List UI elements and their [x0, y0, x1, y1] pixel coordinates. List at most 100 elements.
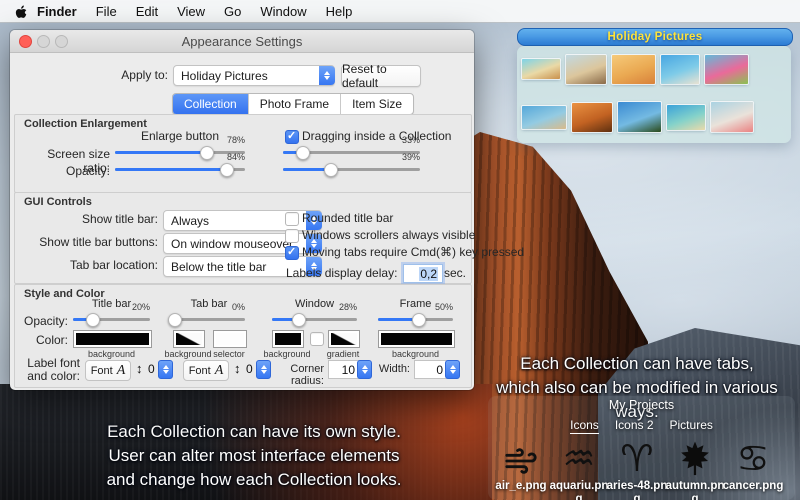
frame-opacity-slider[interactable]: 50% [378, 313, 453, 325]
apply-to-value: Holiday Pictures [174, 69, 319, 83]
slider-knob[interactable] [86, 313, 100, 327]
tab-item-size[interactable]: Item Size [341, 94, 413, 114]
project-file[interactable]: ♒aquariu.png [549, 438, 609, 500]
resize-arrows-icon: ↕ [136, 361, 143, 376]
photo-thumbnail[interactable] [661, 55, 699, 84]
menu-item-view[interactable]: View [177, 4, 205, 19]
slider-value: 39% [402, 152, 420, 162]
slider-knob[interactable] [324, 163, 338, 177]
photo-thumbnail[interactable] [572, 103, 612, 132]
tab-photo-frame[interactable]: Photo Frame [249, 94, 341, 114]
menu-item-finder[interactable]: Finder [37, 4, 77, 19]
wind-icon [502, 438, 540, 478]
slider-knob[interactable] [292, 313, 306, 327]
tabbar-background-swatch[interactable] [173, 330, 205, 348]
slider-knob[interactable] [168, 313, 182, 327]
collection-enlargement-title: Collection Enlargement [24, 118, 147, 130]
photo-thumbnail[interactable] [522, 106, 566, 129]
titlebar-fontsize-stepper[interactable] [158, 360, 173, 379]
apply-to-popup[interactable]: Holiday Pictures [173, 65, 335, 86]
menu-item-help[interactable]: Help [326, 4, 353, 19]
photo-thumbnail[interactable] [612, 55, 655, 84]
width-field[interactable]: 0 [414, 360, 449, 379]
menu-item-file[interactable]: File [96, 4, 117, 19]
slider-knob[interactable] [412, 313, 426, 327]
aquarius-icon: ♒ [562, 438, 595, 478]
scrollers-visible-checkbox[interactable] [285, 229, 299, 243]
frame-background-swatch[interactable] [378, 330, 455, 348]
my-projects-files: air_e.png♒aquariu.png♈aries-48.pngautumn… [492, 438, 792, 500]
holiday-collection-panel[interactable] [517, 46, 791, 143]
font-button-label: Font [189, 365, 211, 377]
project-file[interactable]: ♈aries-48.png [607, 438, 667, 500]
labels-delay-field[interactable]: 0,2 [403, 264, 443, 283]
width-stepper[interactable] [445, 360, 460, 379]
window-opacity-slider[interactable]: 28% [272, 313, 357, 325]
opacity-slider-right[interactable]: 39% [283, 163, 420, 175]
resize-arrows-icon: ↕ [234, 361, 241, 376]
font-glyph: A [215, 363, 224, 379]
screen-size-ratio-slider-right[interactable]: 33% [283, 146, 420, 158]
font-size-value: 0 [246, 362, 253, 376]
label-font-label-line2: and color: [18, 369, 80, 383]
tab-bar-location-label: Tab bar location: [38, 258, 158, 272]
window-background-swatch[interactable] [272, 330, 304, 348]
project-file[interactable]: ♋cancer.png [723, 438, 783, 500]
photo-thumbnail[interactable] [711, 102, 753, 132]
tab-bar-location-value: Below the title bar [164, 260, 306, 274]
my-projects-collection[interactable]: My Projects IconsIcons 2Pictures air_e.p… [488, 396, 795, 500]
rounded-title-bar-checkbox[interactable] [285, 212, 299, 226]
menu-bar: Finder File Edit View Go Window Help [0, 0, 800, 23]
projects-tab-pictures[interactable]: Pictures [670, 418, 713, 434]
style-note: Each Collection can have its own style. … [58, 420, 450, 492]
corner-radius-label: Corner radius: [262, 363, 324, 387]
holiday-thumb-row [522, 100, 786, 134]
titlebar-font-button[interactable]: Font A [85, 360, 131, 381]
titlebar-background-swatch[interactable] [73, 330, 152, 348]
opacity-slider-left[interactable]: 84% [115, 163, 245, 175]
slider-knob[interactable] [200, 146, 214, 160]
window-gradient-checkbox[interactable] [310, 332, 324, 346]
swatch-caption: background [257, 349, 317, 359]
project-file[interactable]: air_e.png [491, 438, 551, 500]
project-file-name: air_e.png [489, 480, 553, 493]
tab-collection[interactable]: Collection [173, 94, 249, 114]
reset-to-default-button[interactable]: Reset to default [341, 65, 421, 87]
menu-item-window[interactable]: Window [260, 4, 306, 19]
settings-tabbar: CollectionPhoto FrameItem Size [172, 93, 414, 115]
photo-thumbnail[interactable] [522, 59, 560, 79]
corner-radius-stepper[interactable] [357, 360, 372, 379]
menu-item-edit[interactable]: Edit [136, 4, 158, 19]
style-note-line2: User can alter most interface elements [58, 444, 450, 468]
holiday-collection-titlebar[interactable]: Holiday Pictures [517, 28, 793, 46]
project-file[interactable]: autumn.png [665, 438, 725, 500]
dragging-checkbox[interactable]: ✓ [285, 130, 299, 144]
photo-thumbnail[interactable] [618, 102, 661, 132]
tabbar-selector-swatch[interactable] [213, 330, 247, 348]
projects-tab-icons[interactable]: Icons [570, 418, 599, 434]
opacity-label: Opacity: [20, 164, 110, 178]
tabbar-opacity-slider[interactable]: 0% [173, 313, 245, 325]
titlebar-opacity-slider[interactable]: 20% [73, 313, 150, 325]
swatch-caption: background [158, 349, 218, 359]
screen-size-ratio-slider-left[interactable]: 78% [115, 146, 245, 158]
moving-tabs-cmd-checkbox[interactable]: ✓ [285, 246, 299, 260]
holiday-thumb-row [522, 52, 786, 86]
label-font-label-line1: Label font [18, 356, 80, 370]
menu-item-go[interactable]: Go [224, 4, 241, 19]
style-opacity-label: Opacity: [18, 314, 68, 328]
projects-tab-icons-2[interactable]: Icons 2 [615, 418, 654, 434]
photo-thumbnail[interactable] [705, 55, 748, 84]
labels-delay-suffix: sec. [444, 266, 466, 280]
slider-value: 84% [227, 152, 245, 162]
photo-thumbnail[interactable] [667, 105, 705, 130]
window-gradient-swatch[interactable] [328, 330, 360, 348]
apple-menu-icon[interactable] [14, 4, 27, 19]
slider-value: 0% [232, 302, 245, 312]
window-titlebar[interactable]: Appearance Settings [10, 30, 474, 53]
photo-thumbnail[interactable] [566, 55, 606, 84]
tabbar-font-button[interactable]: Font A [183, 360, 229, 381]
slider-knob[interactable] [296, 146, 310, 160]
show-title-bar-label: Show title bar: [38, 212, 158, 226]
slider-knob[interactable] [220, 163, 234, 177]
